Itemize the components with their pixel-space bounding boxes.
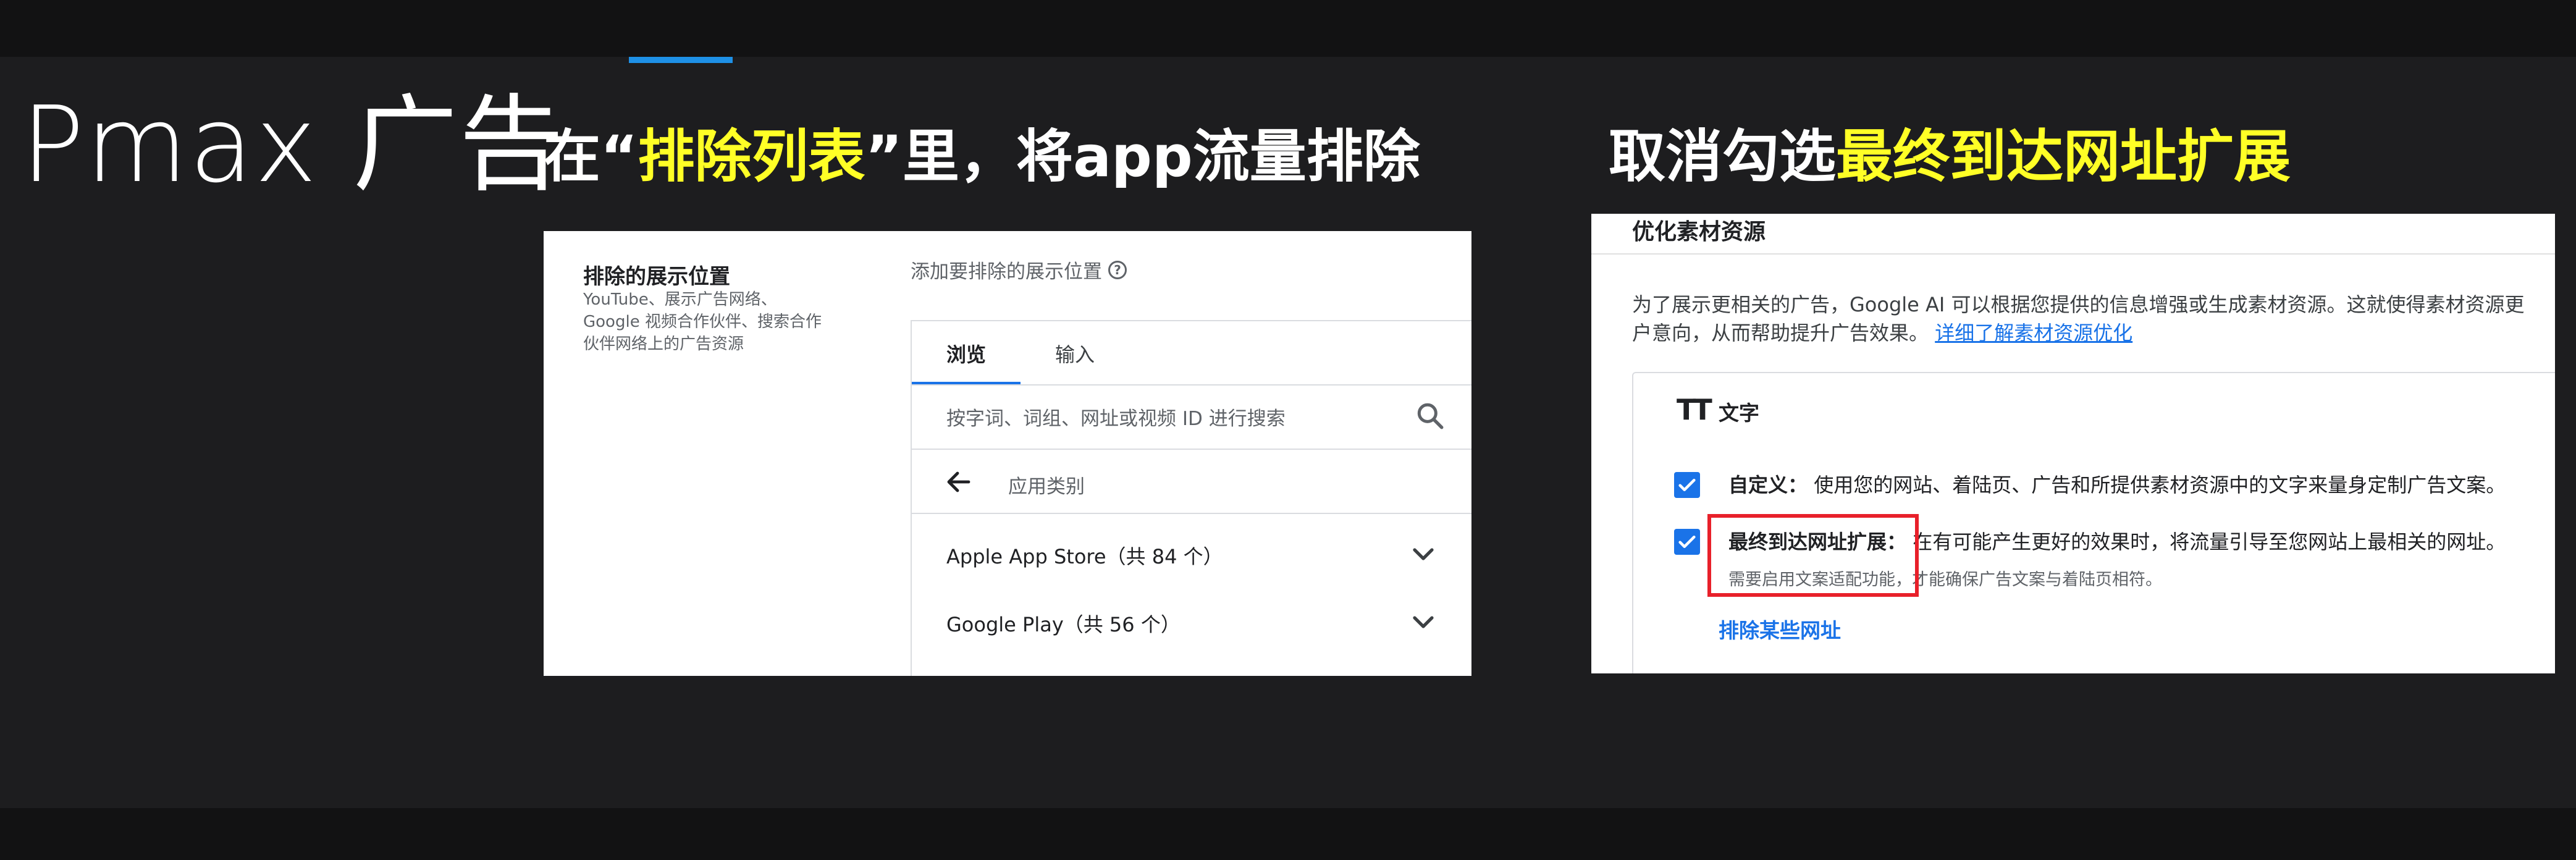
custom-text-label: 自定义： (1728, 473, 1808, 497)
divider (912, 513, 1471, 514)
step1-prefix: 在“ (544, 124, 638, 190)
add-exclusion-text: 添加要排除的展示位置 (911, 261, 1102, 283)
text-format-icon: TT (1677, 393, 1712, 426)
step2-highlight: 最终到达网址扩展 (1836, 124, 2291, 190)
exclude-urls-link[interactable]: 排除某些网址 (1719, 614, 1841, 644)
slide-title: Pmax 广告 (21, 84, 565, 206)
description-line-1: 为了展示更相关的广告，Google AI 可以根据您提供的信息增强或生成素材资源… (1632, 293, 2525, 316)
checkmark-icon (1678, 535, 1696, 549)
checkmark-icon (1678, 478, 1696, 492)
search-icon[interactable] (1415, 400, 1446, 431)
store-item-google-play[interactable]: Google Play（共 56 个） (946, 609, 1181, 638)
highlight-annotation-box (1707, 514, 1919, 597)
excluded-placements-description: YouTube、展示广告网络、Google 视频合作伙伴、搜索合作伙伴网络上的广… (583, 290, 822, 353)
asset-optimization-description: 为了展示更相关的广告，Google AI 可以根据您提供的信息增强或生成素材资源… (1632, 290, 2555, 348)
category-label: 应用类别 (1008, 476, 1085, 498)
divider (912, 449, 1471, 450)
custom-text-description: 使用您的网站、着陆页、广告和所提供素材资源中的文字来量身定制广告文案。 (1814, 473, 2506, 497)
search-input[interactable]: 按字词、词组、网址或视频 ID 进行搜索 (946, 403, 1286, 431)
top-accent-line (629, 57, 733, 63)
tab-input[interactable]: 输入 (1021, 321, 1129, 386)
learn-more-link[interactable]: 详细了解素材资源优化 (1935, 321, 2132, 345)
store-item-apple[interactable]: Apple App Store（共 84 个） (946, 541, 1223, 570)
divider (912, 384, 1471, 386)
step2-title: 取消勾选最终到达网址扩展 (1609, 129, 2291, 185)
placement-browser: 浏览 输入 按字词、词组、网址或视频 ID 进行搜索 应用类别 Apple Ap… (911, 320, 1471, 676)
top-bar (0, 0, 2576, 57)
custom-text-checkbox[interactable] (1674, 472, 1700, 498)
text-section-label: 文字 (1719, 401, 1759, 425)
chevron-down-icon[interactable] (1408, 539, 1438, 568)
divider (1591, 253, 2555, 255)
step1-suffix: ”里，将app流量排除 (865, 124, 1420, 190)
step1-title: 在“排除列表”里，将app流量排除 (544, 129, 1420, 185)
asset-optimization-header: 优化素材资源 (1632, 219, 1766, 245)
step1-highlight: 排除列表 (638, 124, 865, 190)
final-url-expansion-checkbox[interactable] (1674, 529, 1700, 555)
exclusion-panel-screenshot: 排除的展示位置 YouTube、展示广告网络、Google 视频合作伙伴、搜索合… (544, 231, 1471, 676)
add-exclusion-label: 添加要排除的展示位置 ? (911, 256, 1127, 284)
bottom-bar (0, 808, 2576, 860)
arrow-left-icon[interactable] (944, 467, 974, 497)
tab-browse[interactable]: 浏览 (912, 321, 1021, 386)
chevron-down-icon[interactable] (1408, 607, 1438, 636)
custom-text-option: 自定义： 使用您的网站、着陆页、广告和所提供素材资源中的文字来量身定制广告文案。 (1728, 470, 2506, 498)
help-circle-icon[interactable]: ? (1108, 260, 1127, 279)
excluded-placements-title: 排除的展示位置 (583, 264, 730, 289)
asset-optimization-panel-screenshot: 优化素材资源 为了展示更相关的广告，Google AI 可以根据您提供的信息增强… (1591, 214, 2555, 673)
step2-prefix: 取消勾选 (1609, 124, 1837, 190)
description-line-2: 户意向，从而帮助提升广告效果。 详细了解素材资源优化 (1632, 319, 2555, 347)
final-url-expansion-description: 在有可能产生更好的效果时，将流量引导至您网站上最相关的网址。 (1913, 530, 2506, 554)
description-line-2-text: 户意向，从而帮助提升广告效果。 (1632, 321, 1929, 345)
